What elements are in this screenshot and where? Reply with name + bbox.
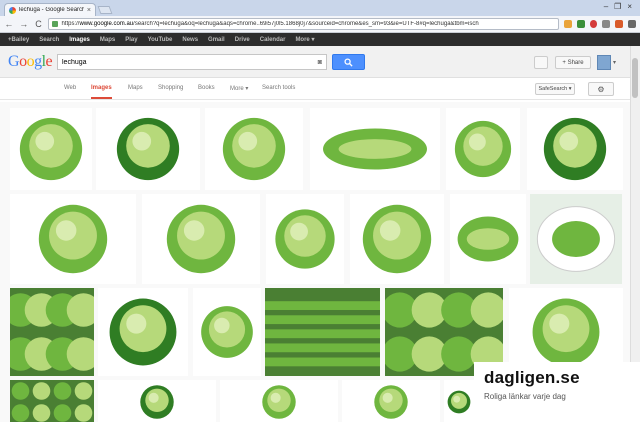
lock-icon [52, 21, 59, 27]
image-result-thumbnail[interactable] [342, 380, 440, 422]
image-result-thumbnail[interactable] [220, 380, 338, 422]
maximize-icon[interactable]: ❐ [614, 2, 621, 11]
bookmark-star-icon[interactable] [563, 20, 572, 28]
google-bar: +Bailey Search Images Maps Play YouTube News Gm… [0, 33, 640, 46]
image-result-thumbnail[interactable] [450, 194, 526, 284]
reload-icon[interactable]: C [34, 19, 44, 29]
minimize-icon[interactable]: – [604, 2, 608, 11]
search-input[interactable] [62, 58, 318, 66]
extension-icon[interactable] [602, 20, 611, 28]
tab-title: lechuga - Google Search [19, 7, 84, 13]
url-text: https://www.google.com.au/search?q=lechu… [61, 21, 479, 27]
tab-2[interactable]: Maps [128, 85, 143, 91]
close-window-icon[interactable]: × [627, 2, 632, 11]
tab-4[interactable]: Books [198, 85, 215, 91]
image-result-thumbnail[interactable] [266, 194, 344, 284]
tab-0[interactable]: Web [64, 85, 76, 91]
chevron-down-icon[interactable]: ▾ [613, 59, 616, 66]
image-result-thumbnail[interactable] [10, 194, 136, 284]
back-arrow-icon[interactable]: ← [4, 19, 14, 29]
image-result-thumbnail[interactable] [10, 108, 92, 190]
image-result-thumbnail[interactable] [10, 288, 94, 376]
menu-icon[interactable] [628, 20, 636, 28]
share-button[interactable]: + Share [555, 56, 591, 69]
gbar-item[interactable]: Search [39, 37, 59, 43]
image-result-thumbnail[interactable] [142, 194, 260, 284]
image-result-thumbnail[interactable] [98, 288, 188, 376]
watermark-title: dagligen.se [484, 368, 580, 387]
tab-5[interactable]: More ▾ [230, 85, 248, 92]
image-result-thumbnail[interactable] [527, 108, 623, 190]
camera-icon[interactable]: ◙ [318, 59, 322, 66]
gbar-item[interactable]: More ▾ [295, 36, 314, 43]
gbar-item[interactable]: Gmail [208, 37, 225, 43]
search-header: Google ◙ + Share ▾ [0, 46, 640, 78]
tab-6[interactable]: Search tools [262, 85, 295, 91]
image-result-thumbnail[interactable] [530, 194, 622, 284]
address-bar[interactable]: https://www.google.com.au/search?q=lechu… [48, 18, 559, 30]
gbar-item[interactable]: Drive [235, 37, 250, 43]
search-button[interactable] [332, 54, 365, 70]
settings-button[interactable]: ⚙ [588, 82, 614, 96]
safesearch-button[interactable]: SafeSearch ▾ [535, 83, 575, 95]
gbar-item[interactable]: YouTube [148, 37, 173, 43]
gbar-item[interactable]: Play [125, 37, 137, 43]
image-result-thumbnail[interactable] [350, 194, 444, 284]
window-controls: – ❐ × [604, 2, 632, 11]
image-result-thumbnail[interactable] [446, 108, 520, 190]
image-result-thumbnail[interactable] [193, 288, 261, 376]
gbar-item[interactable]: Calendar [260, 37, 286, 43]
adblock-icon[interactable] [589, 20, 598, 28]
image-result-thumbnail[interactable] [10, 380, 94, 422]
scrollbar-thumb[interactable] [632, 58, 638, 98]
google-favicon-icon [9, 6, 16, 14]
browser-toolbar: ← → C https://www.google.com.au/search?q… [0, 16, 640, 33]
image-result-thumbnail[interactable] [265, 288, 380, 376]
gbar-item[interactable]: News [182, 37, 198, 43]
site-watermark: dagligen.se Roliga länkar varje dag [474, 362, 640, 422]
extension-icon[interactable] [576, 20, 585, 28]
search-icon [344, 57, 353, 67]
tab-1[interactable]: Images [91, 85, 112, 99]
gbar-item[interactable]: Maps [100, 37, 115, 43]
image-result-thumbnail[interactable] [98, 380, 216, 422]
forward-arrow-icon[interactable]: → [19, 19, 29, 29]
new-tab-button[interactable] [97, 6, 113, 14]
browser-tab-strip: lechuga - Google Search × – ❐ × [0, 0, 640, 16]
google-logo[interactable]: Google [8, 53, 53, 71]
tab-3[interactable]: Shopping [158, 85, 183, 91]
image-result-thumbnail[interactable] [444, 380, 474, 422]
gear-icon: ⚙ [597, 84, 605, 94]
search-box[interactable]: ◙ [57, 54, 327, 70]
gbar-item[interactable]: Images [69, 37, 90, 43]
avatar[interactable] [597, 55, 611, 70]
watermark-subtitle: Roliga länkar varje dag [484, 392, 566, 401]
image-result-thumbnail[interactable] [310, 108, 440, 190]
extension-icon[interactable] [615, 20, 624, 28]
close-tab-icon[interactable]: × [87, 7, 91, 14]
image-result-thumbnail[interactable] [96, 108, 200, 190]
apps-button[interactable] [534, 56, 548, 69]
search-tabs: SafeSearch ▾ ⚙ Web Images Maps Shopping Book… [0, 78, 640, 100]
image-result-thumbnail[interactable] [205, 108, 303, 190]
browser-tab[interactable]: lechuga - Google Search × [4, 3, 96, 16]
gbar-item[interactable]: +Bailey [8, 37, 29, 43]
